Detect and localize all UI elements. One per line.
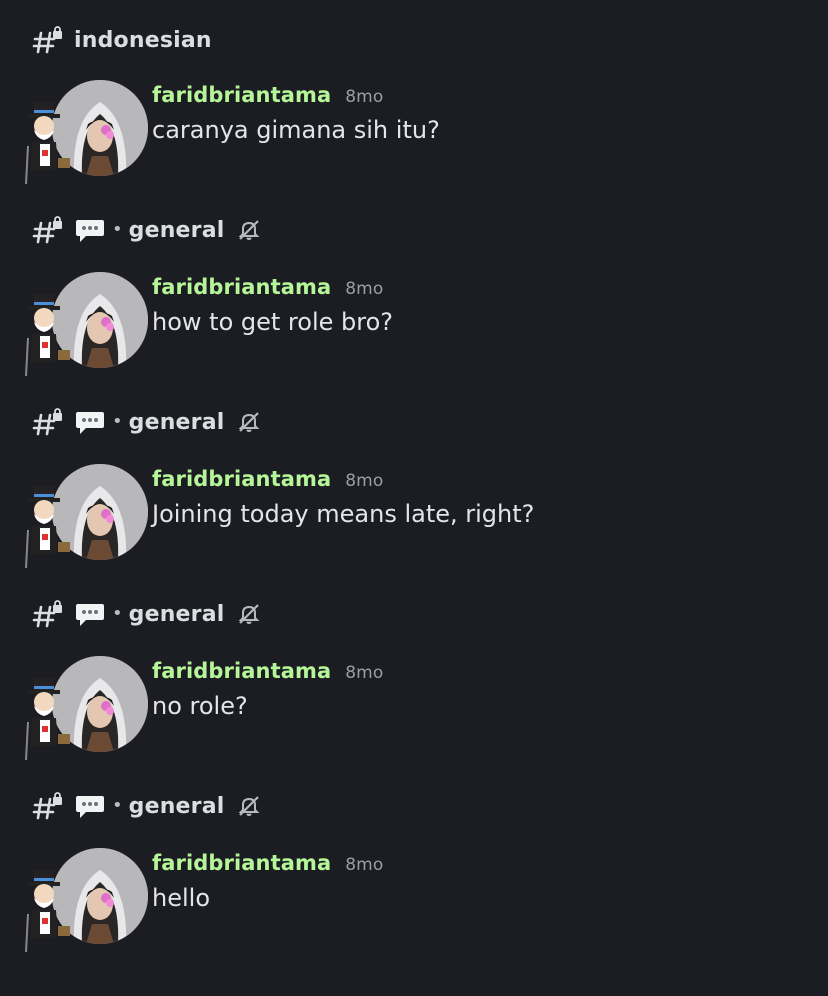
bell-slash-icon[interactable] bbox=[237, 218, 261, 242]
channel-name: general bbox=[128, 793, 225, 819]
channel-header[interactable]: • general bbox=[32, 214, 261, 246]
channel-header[interactable]: • general bbox=[32, 598, 261, 630]
message-text[interactable]: caranya gimana sih itu? bbox=[152, 116, 440, 144]
monopoly-mascot-icon bbox=[25, 678, 70, 761]
username-link[interactable]: faridbriantama bbox=[152, 275, 331, 299]
locked-hash-icon bbox=[32, 407, 66, 437]
message-header: faridbriantama 8mo bbox=[152, 659, 383, 683]
message-header: faridbriantama 8mo bbox=[152, 467, 383, 491]
channel-name: general bbox=[128, 601, 225, 627]
message-header: faridbriantama 8mo bbox=[152, 851, 383, 875]
timestamp: 8mo bbox=[345, 663, 384, 683]
username-link[interactable]: faridbriantama bbox=[152, 851, 331, 875]
timestamp: 8mo bbox=[345, 87, 384, 107]
channel-name: general bbox=[128, 409, 225, 435]
monopoly-mascot-icon bbox=[25, 486, 70, 569]
timestamp: 8mo bbox=[345, 279, 384, 299]
locked-hash-icon bbox=[32, 599, 66, 629]
channel-header[interactable]: indonesian bbox=[32, 24, 212, 56]
username-link[interactable]: faridbriantama bbox=[152, 467, 331, 491]
message-header: faridbriantama 8mo bbox=[152, 275, 383, 299]
avatar-group[interactable] bbox=[22, 80, 148, 190]
locked-hash-icon bbox=[32, 791, 66, 821]
channel-name: indonesian bbox=[74, 27, 212, 53]
separator-dot: • bbox=[112, 795, 123, 816]
speech-bubble-icon bbox=[76, 796, 104, 818]
monopoly-mascot-icon bbox=[25, 294, 70, 377]
separator-dot: • bbox=[112, 603, 123, 624]
bell-slash-icon[interactable] bbox=[237, 794, 261, 818]
speech-bubble-icon bbox=[76, 604, 104, 626]
username-link[interactable]: faridbriantama bbox=[152, 83, 331, 107]
timestamp: 8mo bbox=[345, 855, 384, 875]
channel-header[interactable]: • general bbox=[32, 790, 261, 822]
message-text[interactable]: hello bbox=[152, 884, 210, 912]
speech-bubble-icon bbox=[76, 412, 104, 434]
locked-hash-icon bbox=[32, 215, 66, 245]
avatar-group[interactable] bbox=[22, 272, 148, 382]
speech-bubble-icon bbox=[76, 220, 104, 242]
message-text[interactable]: how to get role bro? bbox=[152, 308, 393, 336]
mentions-feed: indonesian faridbriantama 8mo caranya gi… bbox=[0, 0, 828, 996]
message-header: faridbriantama 8mo bbox=[152, 83, 383, 107]
timestamp: 8mo bbox=[345, 471, 384, 491]
message-text[interactable]: no role? bbox=[152, 692, 248, 720]
avatar-group[interactable] bbox=[22, 848, 148, 958]
username-link[interactable]: faridbriantama bbox=[152, 659, 331, 683]
avatar-group[interactable] bbox=[22, 656, 148, 766]
separator-dot: • bbox=[112, 219, 123, 240]
monopoly-mascot-icon bbox=[25, 870, 70, 953]
bell-slash-icon[interactable] bbox=[237, 602, 261, 626]
avatar-group[interactable] bbox=[22, 464, 148, 574]
bell-slash-icon[interactable] bbox=[237, 410, 261, 434]
channel-name: general bbox=[128, 217, 225, 243]
message-text[interactable]: Joining today means late, right? bbox=[152, 500, 534, 528]
channel-header[interactable]: • general bbox=[32, 406, 261, 438]
locked-hash-icon bbox=[32, 25, 66, 55]
monopoly-mascot-icon bbox=[25, 102, 70, 185]
separator-dot: • bbox=[112, 411, 123, 432]
